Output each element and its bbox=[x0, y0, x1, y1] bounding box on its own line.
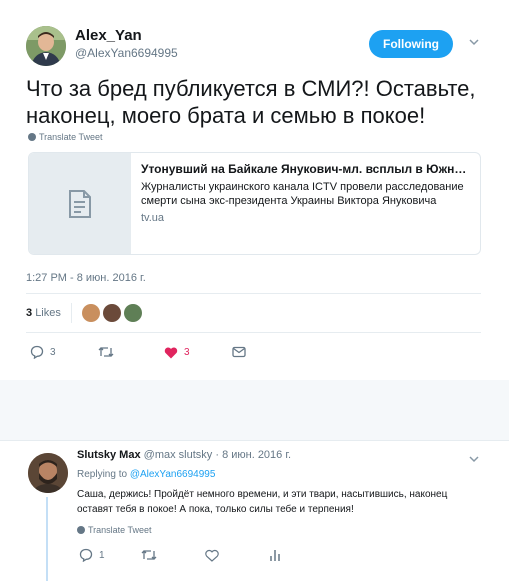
card-body: Утонувший на Байкале Янукович-мл. всплыл… bbox=[131, 153, 480, 254]
thread-line bbox=[46, 497, 48, 581]
analytics-action[interactable] bbox=[269, 548, 281, 562]
replying-prefix: Replying to bbox=[77, 469, 128, 480]
reply-count: 1 bbox=[99, 549, 105, 561]
reply-action[interactable]: 1 bbox=[79, 548, 141, 562]
reply-icon bbox=[79, 548, 93, 562]
likes-separator bbox=[70, 303, 72, 323]
author-handle[interactable]: @AlexYan6694995 bbox=[75, 46, 178, 60]
card-title: Утонувший на Байкале Янукович-мл. всплыл… bbox=[141, 162, 471, 176]
like-action[interactable] bbox=[205, 549, 269, 562]
divider bbox=[26, 293, 481, 294]
tweet-timestamp[interactable]: 1:27 PM - 8 июн. 2016 г. bbox=[26, 272, 146, 284]
reply-text: Саша, держись! Пройдёт немного времени, … bbox=[77, 489, 448, 515]
like-action[interactable]: 3 bbox=[164, 346, 232, 359]
reply-action[interactable]: 3 bbox=[30, 345, 98, 359]
heart-icon bbox=[164, 346, 178, 358]
reply-author-name[interactable]: Slutsky Max bbox=[77, 449, 141, 461]
likes-number: 3 bbox=[26, 307, 33, 319]
globe-icon bbox=[77, 526, 85, 534]
reply-header: Slutsky Max @max slutsky · 8 июн. 2016 г… bbox=[77, 449, 291, 461]
likes-count: 3 Likes bbox=[26, 307, 61, 319]
heart-outline-icon bbox=[205, 549, 219, 562]
translate-label: Translate Tweet bbox=[39, 132, 103, 142]
following-button[interactable]: Following bbox=[369, 30, 453, 58]
card-domain: tv.ua bbox=[141, 212, 165, 224]
reply-author-handle[interactable]: @max slutsky bbox=[144, 449, 213, 461]
reply-tweet[interactable]: Slutsky Max @max slutsky · 8 июн. 2016 г… bbox=[0, 441, 509, 581]
likes-label: Likes bbox=[35, 307, 61, 319]
reply-date[interactable]: · 8 июн. 2016 г. bbox=[215, 449, 291, 461]
likes-row[interactable]: 3 Likes bbox=[26, 302, 145, 324]
retweet-action[interactable] bbox=[98, 345, 164, 359]
translate-label: Translate Tweet bbox=[88, 525, 152, 535]
reply-author-avatar[interactable] bbox=[28, 453, 68, 493]
liker-avatar[interactable] bbox=[81, 304, 100, 322]
link-card[interactable]: Утонувший на Байкале Янукович-мл. всплыл… bbox=[28, 152, 481, 255]
like-count: 3 bbox=[184, 346, 190, 358]
author-name[interactable]: Alex_Yan bbox=[75, 27, 142, 44]
section-gap bbox=[0, 380, 509, 440]
retweet-icon bbox=[141, 550, 157, 560]
author-avatar[interactable] bbox=[26, 26, 66, 66]
liker-avatar[interactable] bbox=[123, 304, 142, 322]
translate-tweet-link[interactable]: Translate Tweet bbox=[77, 525, 152, 535]
divider bbox=[26, 332, 481, 333]
tweet-text: Что за бред публикуется в СМИ?! Оставьте… bbox=[26, 76, 476, 128]
translate-tweet-link[interactable]: Translate Tweet bbox=[28, 132, 103, 142]
replying-to: Replying to @AlexYan6694995 bbox=[77, 469, 215, 480]
main-tweet: Alex_Yan @AlexYan6694995 Following Что з… bbox=[0, 0, 509, 380]
document-icon bbox=[69, 189, 91, 218]
liker-avatar[interactable] bbox=[102, 304, 121, 322]
tweet-actions: 3 3 bbox=[30, 344, 246, 360]
reply-icon bbox=[30, 345, 44, 359]
envelope-icon bbox=[232, 346, 246, 358]
chevron-down-icon[interactable] bbox=[468, 36, 480, 48]
card-thumbnail bbox=[29, 153, 131, 254]
chevron-down-icon[interactable] bbox=[468, 453, 480, 465]
replying-handle-link[interactable]: @AlexYan6694995 bbox=[130, 469, 216, 480]
direct-message-action[interactable] bbox=[232, 346, 246, 358]
retweet-action[interactable] bbox=[141, 548, 205, 562]
globe-icon bbox=[28, 133, 36, 141]
card-description: Журналисты украинского канала ICTV прове… bbox=[141, 181, 464, 207]
reply-actions: 1 bbox=[79, 547, 281, 563]
analytics-icon bbox=[270, 550, 280, 561]
reply-count: 3 bbox=[50, 346, 56, 358]
retweet-icon bbox=[98, 347, 114, 357]
